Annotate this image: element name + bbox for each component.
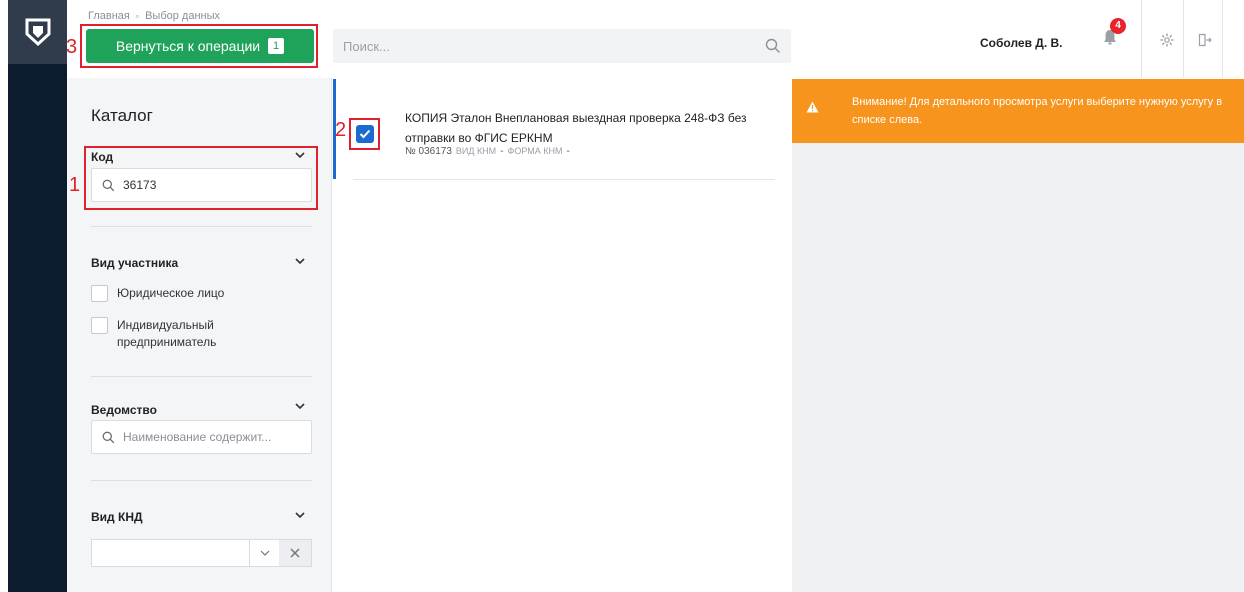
result-vid-value: - — [500, 146, 504, 157]
filter-participant-title[interactable]: Вид участника — [91, 256, 178, 270]
logo[interactable] — [8, 0, 67, 64]
warning-text: Внимание! Для детального просмотра услуг… — [852, 96, 1223, 126]
header-divider — [1141, 0, 1142, 78]
result-divider — [353, 179, 775, 180]
chevron-down-icon — [260, 550, 269, 556]
search-icon — [102, 431, 115, 443]
result-forma-value: - — [566, 146, 570, 157]
warning-icon — [806, 101, 819, 113]
shield-logo-icon — [25, 18, 50, 46]
result-number: № 036173 — [405, 146, 452, 157]
search-icon[interactable] — [765, 38, 781, 54]
warning-banner: Внимание! Для детального просмотра услуг… — [792, 79, 1244, 143]
result-meta: № 036173 ВИД КНМ - ФОРМА КНМ - — [405, 146, 570, 157]
catalog-title: Каталог — [91, 106, 153, 125]
breadcrumb-current: Выбор данных — [145, 10, 221, 22]
header-divider — [1222, 0, 1223, 78]
knd-select-value[interactable] — [92, 540, 249, 566]
left-rail — [8, 0, 67, 592]
annotation-box-3 — [80, 24, 318, 68]
knd-dropdown-button[interactable] — [249, 540, 279, 566]
breadcrumb-home[interactable]: Главная — [88, 10, 130, 22]
filter-knd-title[interactable]: Вид КНД — [91, 510, 143, 524]
notification-badge: 4 — [1110, 18, 1126, 34]
participant-option-label: Юридическое лицо — [117, 286, 225, 300]
breadcrumb-separator-icon: ▫ — [135, 11, 140, 21]
annotation-number-2: 2 — [335, 119, 347, 141]
chevron-down-icon[interactable] — [295, 403, 305, 410]
logout-icon[interactable] — [1198, 33, 1212, 47]
chevron-down-icon[interactable] — [295, 512, 305, 519]
filter-divider — [91, 480, 312, 481]
result-title[interactable]: КОПИЯ Эталон Внеплановая выездная провер… — [405, 108, 765, 148]
participant-option-label: Индивидуальный предприниматель — [117, 318, 217, 349]
result-forma-label: ФОРМА КНМ — [507, 146, 563, 156]
breadcrumb: Главная ▫ Выбор данных — [88, 10, 220, 22]
chevron-down-icon[interactable] — [295, 258, 305, 265]
participant-option[interactable]: Индивидуальный предприниматель — [91, 317, 241, 351]
filter-department-title[interactable]: Ведомство — [91, 403, 157, 417]
department-filter-input[interactable] — [123, 430, 311, 444]
filter-divider — [91, 376, 312, 377]
annotation-number-3: 3 — [66, 36, 78, 58]
checkbox[interactable] — [91, 317, 108, 334]
user-name[interactable]: Соболев Д. В. — [980, 36, 1063, 50]
detail-panel: Внимание! Для детального просмотра услуг… — [792, 79, 1244, 592]
checkbox[interactable] — [91, 285, 108, 302]
knd-select[interactable] — [91, 539, 312, 567]
participant-option[interactable]: Юридическое лицо — [91, 285, 224, 302]
close-icon — [290, 548, 300, 558]
department-filter-field — [91, 420, 312, 454]
header-divider — [1183, 0, 1184, 78]
annotation-number-1: 1 — [69, 174, 81, 196]
knd-clear-button[interactable] — [279, 540, 311, 566]
search-bar — [333, 29, 791, 63]
annotation-box-1 — [84, 146, 318, 210]
app-root: Главная ▫ Выбор данных Вернуться к опера… — [0, 0, 1244, 592]
gear-icon[interactable] — [1160, 33, 1174, 47]
filter-divider — [91, 226, 312, 227]
annotation-box-2 — [349, 118, 380, 150]
search-input[interactable] — [333, 29, 791, 63]
result-vid-label: ВИД КНМ — [455, 146, 497, 156]
